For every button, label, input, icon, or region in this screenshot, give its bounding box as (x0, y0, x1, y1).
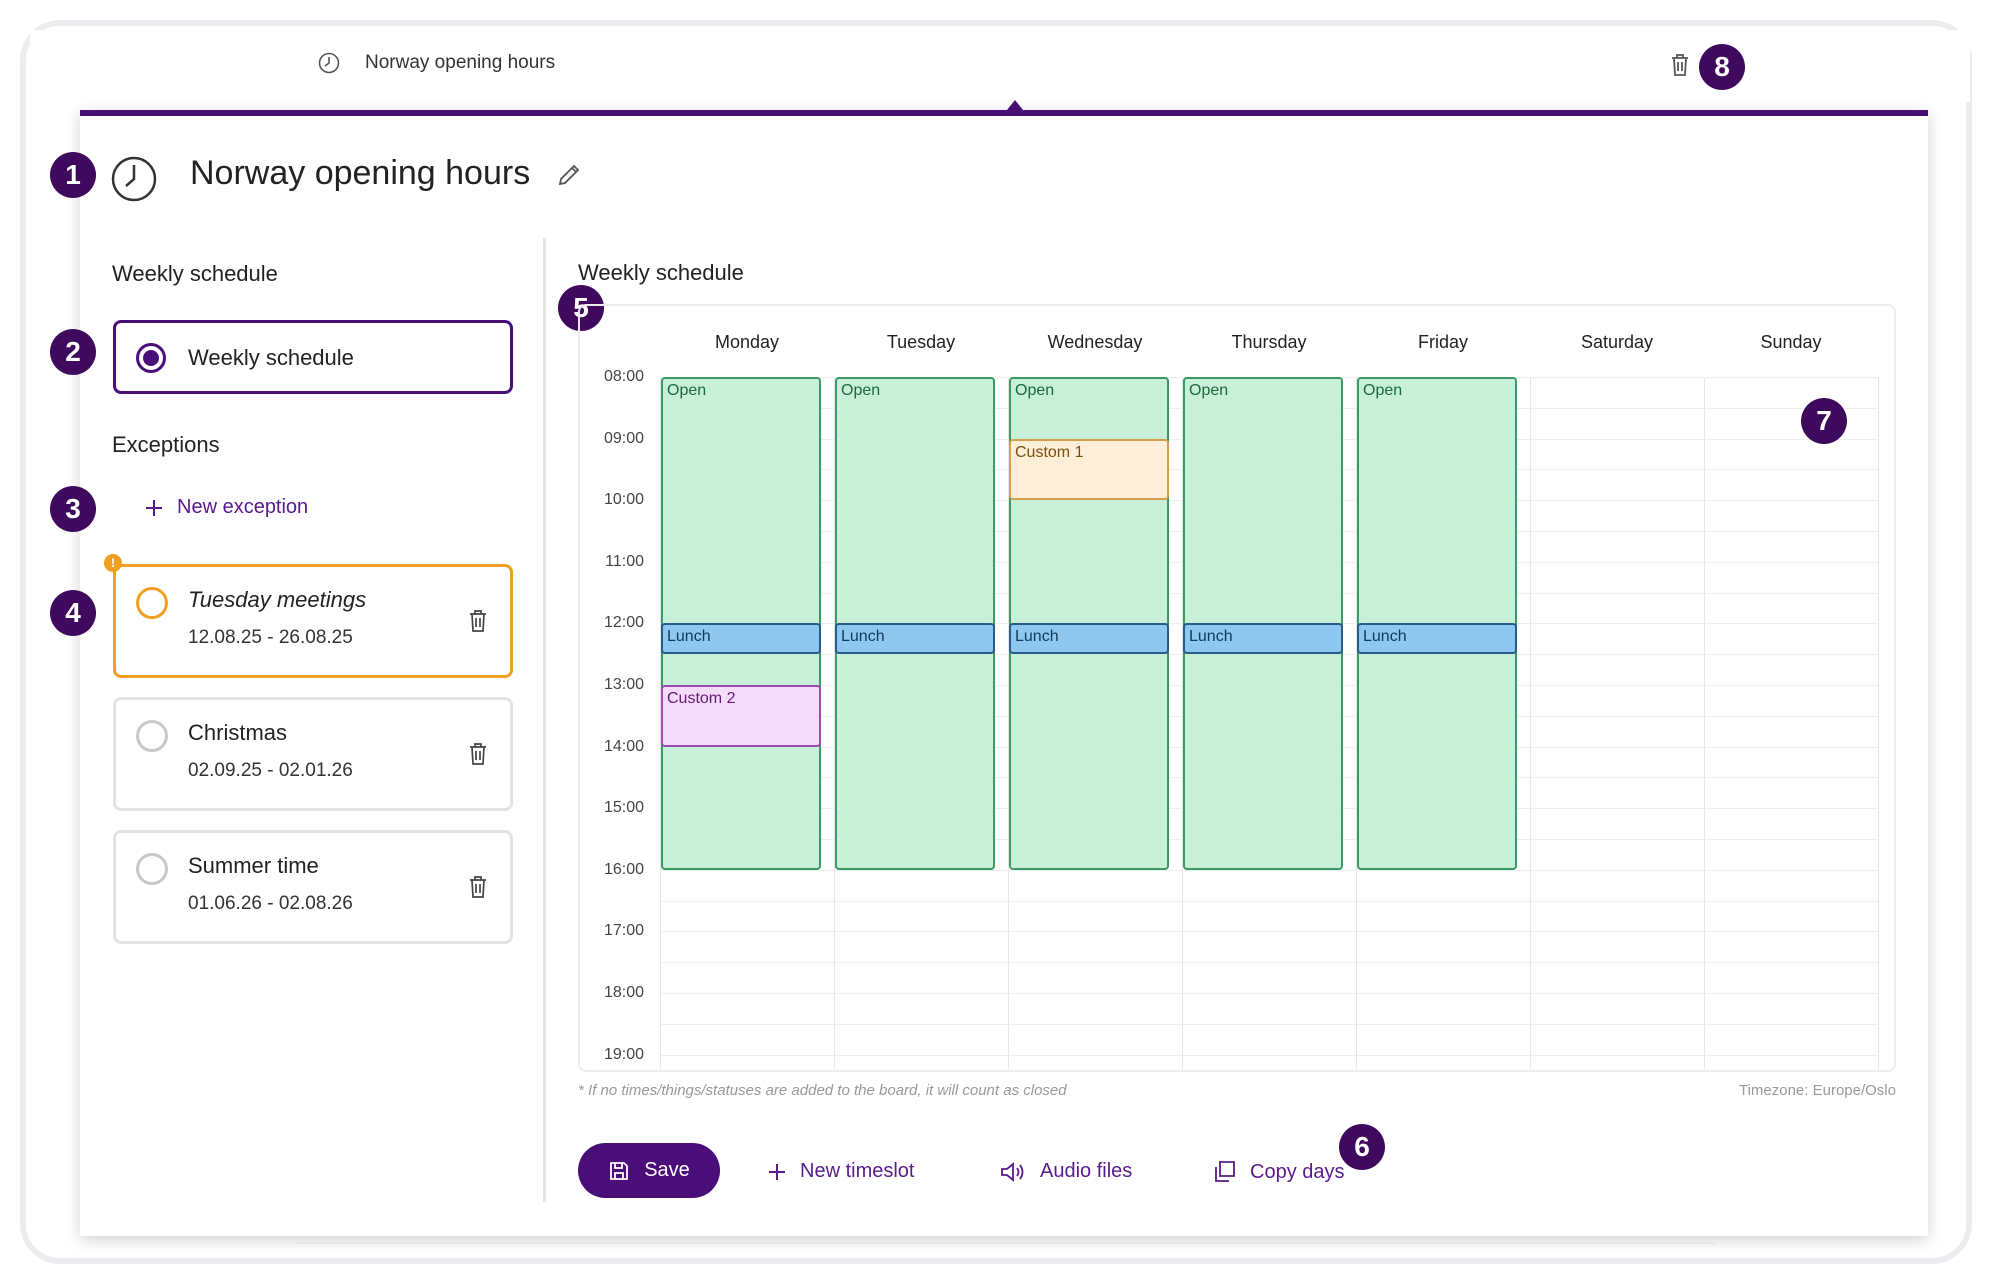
day-header: Monday (714, 332, 780, 352)
schedule-heading: Weekly schedule (578, 260, 744, 285)
weekly-schedule-label: Weekly schedule (188, 345, 354, 370)
badge-7: 7 (1801, 398, 1847, 444)
exception-name: Tuesday meetings (188, 587, 367, 612)
speaker-icon (1001, 1161, 1024, 1182)
weekly-schedule-option[interactable]: Weekly schedule (113, 320, 513, 394)
badge-8: 8 (1699, 44, 1745, 90)
hour-grid-line (660, 1023, 1878, 1025)
tab-caret (1007, 100, 1023, 110)
tab-title[interactable]: Norway opening hours (365, 52, 555, 74)
clock-icon (318, 52, 340, 74)
exception-radio[interactable] (136, 587, 168, 619)
weekly-schedule-heading: Weekly schedule (112, 261, 278, 286)
badge-4: 4 (50, 590, 96, 636)
timeslot-lunch[interactable]: Lunch (1357, 623, 1517, 655)
time-label: 14:00 (603, 737, 644, 755)
timeslot-custom1[interactable]: Custom 1 (1009, 438, 1169, 501)
bottom-divider (295, 1242, 1715, 1244)
time-label: 17:00 (603, 922, 644, 940)
exception-card-tuesday-meetings[interactable]: Tuesday meetings 12.08.25 - 26.08.25 (113, 564, 513, 678)
time-label: 18:00 (603, 984, 644, 1001)
save-label: Save (644, 1159, 690, 1181)
day-header: Saturday (1580, 332, 1654, 352)
trash-icon[interactable] (468, 609, 488, 633)
trash-icon[interactable] (468, 875, 488, 899)
time-label: 10:00 (603, 491, 644, 509)
timeslot-custom2[interactable]: Custom 2 (661, 685, 821, 747)
new-exception-label: New exception (177, 496, 309, 518)
exception-dates: 12.08.25 - 26.08.25 (188, 627, 353, 648)
exception-dates: 01.06.26 - 02.08.26 (188, 893, 353, 914)
day-header: Thursday (1231, 332, 1307, 352)
hour-grid-line (660, 993, 1878, 994)
time-label: 09:00 (603, 429, 644, 447)
pencil-icon[interactable] (556, 162, 582, 188)
plus-icon (769, 1163, 785, 1180)
hour-grid-line (660, 931, 1878, 933)
day-column-line (1878, 377, 1879, 1069)
selected-radio[interactable] (136, 343, 166, 373)
day-header: Sunday (1760, 332, 1822, 352)
trash-icon[interactable] (1668, 52, 1692, 78)
badge-1: 1 (50, 152, 96, 198)
hour-grid-line (660, 869, 1878, 871)
new-exception-button[interactable]: New exception (145, 496, 308, 519)
timeslot-lunch[interactable]: Lunch (661, 623, 821, 655)
badge-3: 3 (50, 486, 96, 532)
copy-days-button[interactable]: Copy days (1212, 1160, 1345, 1184)
exception-radio[interactable] (136, 720, 168, 752)
day-header: Tuesday (886, 332, 956, 352)
trash-icon[interactable] (468, 742, 488, 766)
hour-grid-line (660, 1054, 1878, 1056)
exception-card-summer-time[interactable]: Summer time 01.06.26 - 02.08.26 (113, 830, 513, 944)
exception-radio[interactable] (136, 853, 168, 885)
day-header: Friday (1417, 332, 1468, 352)
clock-icon (111, 156, 157, 202)
exception-card-christmas[interactable]: Christmas 02.09.25 - 02.01.26 (113, 697, 513, 811)
new-timeslot-label: New timeslot (800, 1160, 915, 1182)
exception-name: Summer time (188, 853, 319, 878)
timeslot-lunch[interactable]: Lunch (1183, 623, 1343, 655)
warning-icon: ! (104, 554, 122, 572)
new-timeslot-button[interactable]: New timeslot (768, 1160, 914, 1183)
timezone-label: Timezone: Europe/Oslo (1738, 1082, 1896, 1099)
exception-dates: 02.09.25 - 02.01.26 (188, 760, 353, 781)
column-divider (543, 238, 546, 1202)
audio-files-label: Audio files (1040, 1160, 1133, 1182)
badge-6: 6 (1339, 1124, 1385, 1170)
time-label: 13:00 (603, 676, 644, 693)
hour-grid-line (660, 962, 1878, 964)
day-column-line (1530, 377, 1531, 1069)
time-label: 12:00 (603, 614, 644, 632)
copy-icon (1215, 1161, 1235, 1182)
copy-days-label: Copy days (1250, 1160, 1345, 1183)
exception-name: Christmas (188, 720, 288, 745)
time-label: 16:00 (603, 860, 644, 878)
day-column-line (1704, 377, 1705, 1069)
time-label: 11:00 (605, 552, 644, 570)
save-button[interactable]: Save (578, 1143, 720, 1198)
time-label: 19:00 (603, 1045, 644, 1063)
time-label: 15:00 (603, 799, 644, 817)
audio-files-button[interactable]: Audio files (1000, 1160, 1132, 1183)
time-label: 08:00 (603, 368, 644, 385)
hour-grid-line (660, 900, 1878, 902)
day-header: Wednesday (1047, 332, 1143, 352)
page-title: Norway opening hours (190, 154, 531, 192)
exceptions-heading: Exceptions (112, 432, 220, 457)
timeslot-lunch[interactable]: Lunch (1009, 623, 1169, 655)
floppy-disk-icon (610, 1161, 629, 1180)
badge-2: 2 (50, 329, 96, 375)
plus-icon (146, 499, 162, 516)
closed-note: * If no times/things/statuses are added … (578, 1082, 1067, 1099)
timeslot-lunch[interactable]: Lunch (835, 623, 995, 655)
